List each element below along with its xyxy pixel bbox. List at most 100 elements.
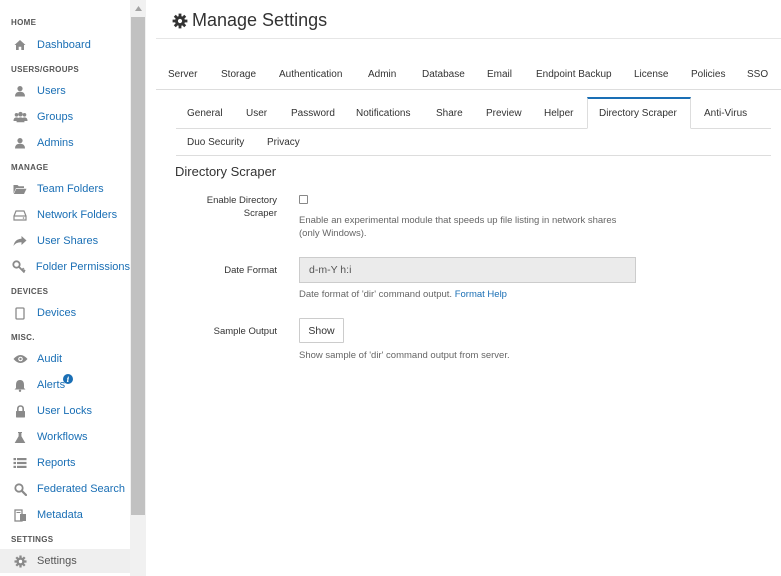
format-help-link[interactable]: Format Help: [455, 289, 507, 300]
sidebar-item-alerts[interactable]: Alerts i: [0, 373, 130, 397]
title-divider: [156, 38, 781, 39]
tab-email[interactable]: Email: [487, 69, 512, 80]
sidebar-item-groups[interactable]: Groups: [0, 105, 130, 129]
tab-storage[interactable]: Storage: [221, 69, 256, 80]
sample-output-help: Show sample of 'dir' command output from…: [299, 350, 510, 361]
sidebar-item-workflows[interactable]: Workflows: [0, 425, 130, 449]
gear-icon: [172, 13, 188, 29]
sidebar-item-user-locks[interactable]: User Locks: [0, 399, 130, 423]
subtab-divider: [691, 128, 771, 129]
label-line: Enable Directory: [206, 195, 277, 206]
tab-admin[interactable]: Admin: [368, 69, 396, 80]
tab-server[interactable]: Server: [168, 69, 197, 80]
date-format-input[interactable]: [299, 257, 636, 283]
sidebar-scrollbar[interactable]: [130, 0, 146, 576]
subtab-directory-scraper[interactable]: Directory Scraper: [599, 108, 677, 119]
sidebar-section-manage: MANAGE: [11, 163, 49, 172]
sidebar-item-admins[interactable]: Admins: [0, 131, 130, 155]
date-format-label: Date Format: [224, 265, 277, 276]
sidebar-item-label: Metadata: [37, 509, 83, 521]
sidebar-section-misc: MISC.: [11, 333, 35, 342]
sidebar-section-devices: DEVICES: [11, 287, 49, 296]
share-icon: [12, 233, 28, 249]
sidebar-item-label: Alerts: [37, 379, 66, 391]
subtab-divider: [176, 128, 587, 129]
sidebar-item-label: Settings: [37, 555, 77, 567]
sidebar-item-label: Users: [37, 85, 66, 97]
sidebar-item-label: Team Folders: [37, 183, 104, 195]
sidebar-item-label: Network Folders: [37, 209, 118, 221]
tab-endpoint-backup[interactable]: Endpoint Backup: [536, 69, 612, 80]
sidebar-item-label: Federated Search: [37, 483, 126, 495]
subtab-helper[interactable]: Helper: [544, 108, 573, 119]
subtab-divider: [176, 155, 771, 156]
sample-output-label: Sample Output: [213, 326, 277, 337]
key-icon: [12, 259, 27, 275]
tab-license[interactable]: License: [634, 69, 668, 80]
sidebar-item-label: User Locks: [37, 405, 93, 417]
sidebar-item-label: Folder Permissions: [35, 261, 130, 273]
page-title: Manage Settings: [172, 10, 327, 31]
subtab-general[interactable]: General: [187, 108, 223, 119]
sidebar-nav: HOME Dashboard USERS/GROUPS Users Groups Admi…: [0, 0, 130, 576]
groups-icon: [12, 109, 28, 125]
sidebar-item-label: Admins: [37, 137, 74, 149]
sidebar-item-label: Devices: [37, 307, 77, 319]
show-sample-button[interactable]: Show: [299, 318, 344, 343]
date-format-help: Date format of 'dir' command output. For…: [299, 288, 507, 301]
tab-database[interactable]: Database: [422, 69, 465, 80]
sidebar-item-federated-search[interactable]: Federated Search: [0, 477, 130, 501]
tab-policies[interactable]: Policies: [691, 69, 725, 80]
section-title: Directory Scraper: [175, 164, 277, 179]
sidebar-section-users: USERS/GROUPS: [11, 65, 80, 74]
list-icon: [12, 455, 28, 471]
hdd-icon: [12, 207, 28, 223]
subtab-privacy[interactable]: Privacy: [267, 137, 300, 148]
enable-directory-scraper-checkbox[interactable]: [299, 195, 308, 204]
subtab-duo-security[interactable]: Duo Security: [187, 137, 244, 148]
sidebar-item-settings[interactable]: Settings: [0, 549, 130, 573]
tablet-icon: [12, 305, 28, 321]
subtab-user[interactable]: User: [246, 108, 267, 119]
subtab-password[interactable]: Password: [291, 108, 335, 119]
settings-tabs: Server Storage Authentication Admin Database…: [156, 62, 781, 90]
sidebar-item-metadata[interactable]: Metadata: [0, 503, 130, 527]
tab-authentication[interactable]: Authentication: [279, 69, 342, 80]
gear-icon: [12, 553, 28, 569]
sidebar-item-label: Workflows: [37, 431, 88, 443]
date-format-help-text: Date format of 'dir' command output.: [299, 289, 453, 300]
flask-icon: [12, 429, 28, 445]
home-icon: [12, 37, 28, 53]
enable-directory-scraper-help: Enable an experimental module that speed…: [299, 214, 616, 240]
scroll-thumb[interactable]: [131, 17, 145, 515]
sidebar-item-label: Dashboard: [37, 39, 91, 51]
user-icon: [12, 83, 28, 99]
sidebar-item-folder-permissions[interactable]: Folder Permissions: [0, 255, 130, 279]
subtab-preview[interactable]: Preview: [486, 108, 522, 119]
sidebar-item-audit[interactable]: Audit: [0, 347, 130, 371]
page-title-text: Manage Settings: [192, 10, 328, 30]
alerts-info-badge: i: [63, 374, 73, 384]
help-line: (only Windows).: [299, 228, 367, 239]
subtab-anti-virus[interactable]: Anti-Virus: [704, 108, 747, 119]
sidebar-item-team-folders[interactable]: Team Folders: [0, 177, 130, 201]
sidebar-item-devices[interactable]: Devices: [0, 301, 130, 325]
sidebar-section-settings: SETTINGS: [11, 535, 54, 544]
sidebar-item-label: Groups: [37, 111, 74, 123]
sidebar: HOME Dashboard USERS/GROUPS Users Groups Admi…: [0, 0, 146, 576]
sidebar-item-network-folders[interactable]: Network Folders: [0, 203, 130, 227]
sidebar-item-users[interactable]: Users: [0, 79, 130, 103]
sidebar-item-user-shares[interactable]: User Shares: [0, 229, 130, 253]
scroll-up-arrow-icon[interactable]: [130, 0, 146, 16]
search-icon: [12, 481, 28, 497]
enable-directory-scraper-label: Enable Directory Scraper: [186, 194, 277, 220]
eye-icon: [12, 351, 28, 367]
sidebar-item-label: User Shares: [37, 235, 99, 247]
sidebar-item-reports[interactable]: Reports: [0, 451, 130, 475]
sidebar-section-home: HOME: [11, 18, 37, 27]
subtab-notifications[interactable]: Notifications: [356, 108, 410, 119]
subtab-share[interactable]: Share: [436, 108, 463, 119]
sidebar-item-label: Audit: [37, 353, 63, 365]
sidebar-item-dashboard[interactable]: Dashboard: [0, 33, 130, 57]
tab-sso[interactable]: SSO: [747, 69, 768, 80]
